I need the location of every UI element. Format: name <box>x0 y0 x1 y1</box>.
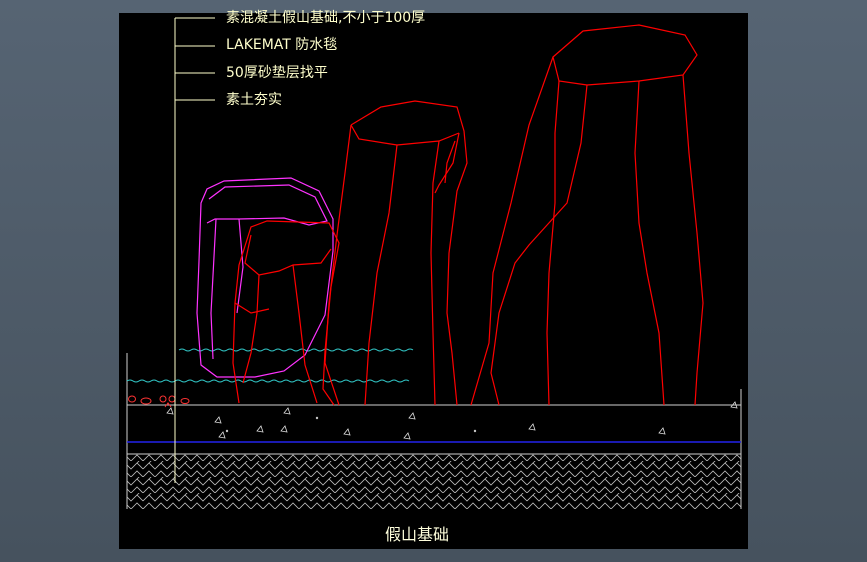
rockery-foundation-section <box>126 17 742 509</box>
small-rock <box>196 177 334 378</box>
compacted-soil-hatch <box>127 454 741 509</box>
callout-leaders <box>174 17 215 483</box>
drawing-title: 假山基础 <box>385 525 450 544</box>
callout-sand-bed: 50厚砂垫层找平 <box>226 65 328 81</box>
rock-center <box>324 100 468 406</box>
drawing-canvas[interactable]: 素混凝土假山基础,不小于100厚 LAKEMAT 防水毯 50厚砂垫层找平 素土… <box>119 10 748 549</box>
cad-viewport-frame: 素混凝土假山基础,不小于100厚 LAKEMAT 防水毯 50厚砂垫层找平 素土… <box>0 0 867 562</box>
concrete-aggregate-marks <box>166 401 738 440</box>
rock-right <box>470 24 704 406</box>
callout-concrete-base: 素混凝土假山基础,不小于100厚 <box>226 10 426 26</box>
callout-waterproof-mat: LAKEMAT 防水毯 <box>226 37 338 53</box>
callout-compacted-soil: 素土夯实 <box>226 92 282 108</box>
water-line-upper <box>178 348 414 352</box>
